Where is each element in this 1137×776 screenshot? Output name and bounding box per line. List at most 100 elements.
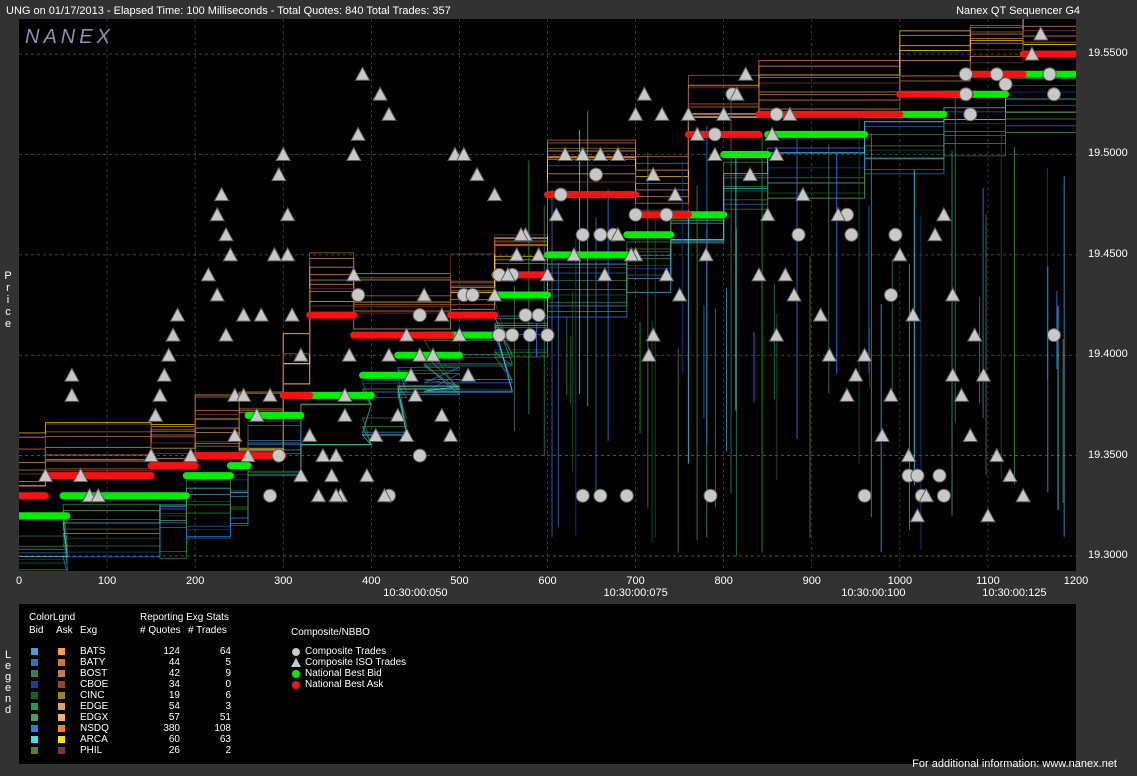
composite-trade-39 <box>588 167 603 182</box>
quote-count: 44 <box>168 657 180 668</box>
trade-count: 5 <box>225 657 231 668</box>
iso-trade-61 <box>592 146 609 161</box>
nbbo-label: National Best Bid <box>305 668 382 679</box>
y-tick-label-2: 19.4000 <box>1088 348 1128 361</box>
x-tick-label-2: 200 <box>185 575 205 587</box>
nbbo-legend-item-2: National Best Bid <box>291 668 491 679</box>
composite-trade-33 <box>958 87 973 102</box>
ask-swatch <box>58 736 65 743</box>
header-bar: UNG on 01/17/2013 - Elapsed Time: 100 Mi… <box>0 0 1137 20</box>
exg-name: NSDQ <box>80 723 109 734</box>
trade-count: 51 <box>219 712 231 723</box>
iso-trade-96 <box>627 106 644 121</box>
iso-trade-83 <box>927 226 943 242</box>
iso-trade-135 <box>795 186 811 202</box>
bid-swatch <box>31 703 38 710</box>
iso-trade-52 <box>469 166 485 182</box>
nanex-logo: NANEX <box>25 26 114 48</box>
composite-trade-42 <box>593 488 608 503</box>
iso-trade-84 <box>936 206 952 222</box>
quote-count: 19 <box>168 690 180 701</box>
exg-name: BATS <box>80 646 106 657</box>
iso-trade-28 <box>284 307 300 322</box>
bid-swatch <box>31 659 38 666</box>
iso-trade-15 <box>209 206 226 222</box>
composite-trade-41 <box>575 488 590 503</box>
iso-trade-71 <box>737 66 754 81</box>
iso-trade-88 <box>980 507 996 523</box>
ask-swatch <box>58 692 65 699</box>
trade-count: 0 <box>225 679 231 690</box>
iso-trade-48 <box>433 407 450 422</box>
x-tick-label-9: 900 <box>802 575 821 587</box>
iso-trade-66 <box>658 266 675 282</box>
iso-trade-132 <box>742 166 758 182</box>
composite-trade-8 <box>518 308 533 323</box>
composite-trade-29 <box>910 468 925 483</box>
legend-row-bats: BATS 124 64 <box>19 646 279 657</box>
iso-trade-140 <box>905 307 921 322</box>
legend-trades-head: # Trades <box>188 625 227 636</box>
composite-trade-6 <box>465 288 480 302</box>
iso-trade-137 <box>839 387 855 402</box>
iso-trade-73 <box>768 327 785 342</box>
composite-trade-14 <box>553 187 568 202</box>
iso-trade-27 <box>279 246 296 262</box>
iso-trade-97 <box>636 86 653 101</box>
composite-trade-11 <box>505 328 520 343</box>
quote-count: 124 <box>163 646 180 657</box>
nbbo-legend-item-3: National Best Ask <box>291 679 491 690</box>
quote-count: 54 <box>168 701 180 712</box>
iso-trade-125 <box>548 206 565 222</box>
trade-count: 108 <box>214 723 231 734</box>
iso-trade-94 <box>768 146 785 161</box>
iso-trade-49 <box>442 427 459 443</box>
ask-swatch <box>58 725 65 732</box>
iso-trade-57 <box>530 246 547 262</box>
trade-count: 63 <box>219 734 231 745</box>
legend-row-edgx: EDGX 57 51 <box>19 712 279 723</box>
legend-row-baty: BATY 44 5 <box>19 657 279 668</box>
exg-name: BATY <box>80 657 106 668</box>
iso-trade-24 <box>271 166 287 182</box>
composite-trade-15 <box>575 227 590 242</box>
price-chart[interactable]: NANEX <box>19 19 1076 571</box>
nbbo-label: National Best Ask <box>305 679 384 690</box>
plot-area[interactable]: NANEX <box>19 19 1076 571</box>
iso-trade-29 <box>293 347 309 362</box>
x-tick-label-5: 500 <box>450 575 469 587</box>
iso-trade-33 <box>328 447 344 463</box>
iso-trade-36 <box>345 146 362 161</box>
nbbo-title: Composite/NBBO <box>291 627 370 638</box>
iso-trade-107 <box>209 286 226 302</box>
iso-trade-141 <box>944 286 961 302</box>
iso-trade-101 <box>707 146 723 161</box>
iso-trade-136 <box>821 347 838 362</box>
ask-swatch <box>58 670 65 677</box>
x-tick-label-3: 300 <box>274 575 293 587</box>
y-tick-label-4: 19.5000 <box>1088 147 1128 160</box>
legend-row-phil: PHIL 26 2 <box>19 745 279 756</box>
iso-trade-40 <box>381 106 397 121</box>
composite-trade-16 <box>593 227 608 242</box>
iso-trade-21 <box>235 307 252 322</box>
iso-trade-38 <box>354 66 371 81</box>
x-tick-label-11: 1100 <box>976 575 1000 587</box>
legend-row-bost: BOST 42 9 <box>19 668 279 679</box>
iso-trade-91 <box>1015 487 1031 503</box>
iso-trade-68 <box>698 246 714 262</box>
ask-swatch <box>58 747 65 754</box>
iso-trade-138 <box>874 427 891 443</box>
iso-trade-53 <box>486 186 503 202</box>
time-tick-label-2: 10:30:00:100 <box>841 587 906 599</box>
iso-trade-108 <box>218 327 234 342</box>
legend-row-nsdq: NSDQ 380 108 <box>19 723 279 734</box>
iso-trade-9 <box>156 367 173 382</box>
nbbo-label: Composite ISO Trades <box>305 657 407 668</box>
composite-trade-44 <box>703 488 718 503</box>
exg-name: PHIL <box>80 745 103 756</box>
iso-trade-114 <box>315 447 331 463</box>
composite-trade-31 <box>932 468 947 483</box>
iso-trade-39 <box>372 86 388 101</box>
footer-info: For additional information: www.nanex.ne… <box>912 758 1117 770</box>
